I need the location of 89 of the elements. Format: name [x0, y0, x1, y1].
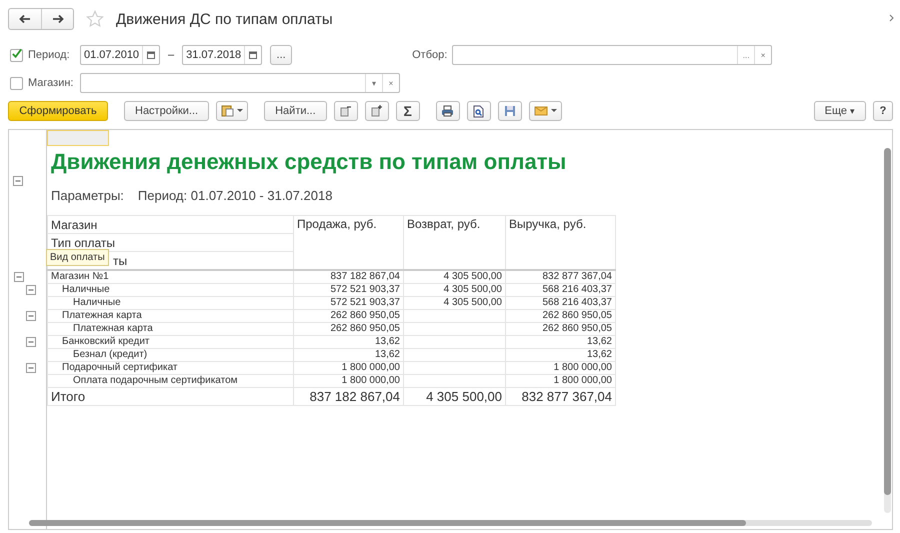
preview-button[interactable]	[466, 101, 491, 121]
chevron-icon[interactable]	[889, 14, 895, 22]
total-cell: 4 305 500,00	[404, 388, 506, 406]
row-label: Банковский кредит	[62, 336, 150, 347]
parameters-value: Период: 01.07.2010 - 31.07.2018	[138, 188, 332, 203]
collapse-icon[interactable]	[26, 285, 36, 295]
column-header: Выручка, руб.	[506, 216, 616, 270]
help-button[interactable]: ?	[873, 101, 893, 121]
store-field[interactable]: ▾ ×	[80, 73, 400, 93]
date-from-field[interactable]: 01.07.2010	[80, 45, 160, 65]
total-cell: 837 182 867,04	[294, 388, 404, 406]
clipboard-icon	[221, 105, 234, 117]
amount-cell: 837 182 867,04	[294, 270, 404, 284]
header-cell: ты	[113, 254, 128, 268]
row-label: Подарочный сертификат	[62, 362, 178, 373]
print-button[interactable]	[436, 101, 460, 121]
collapse-icon[interactable]	[13, 176, 23, 186]
date-to-field[interactable]: 31.07.2018	[182, 45, 262, 65]
collapse-icon[interactable]	[26, 311, 36, 321]
horizontal-scrollbar[interactable]	[29, 520, 872, 526]
document-minus-icon	[340, 105, 352, 117]
amount-cell: 262 860 950,05	[506, 310, 616, 322]
selected-cell[interactable]	[47, 130, 109, 146]
right-arrow-icon	[52, 14, 64, 24]
amount-cell: 572 521 903,37	[294, 296, 404, 310]
row-label: Магазин №1	[51, 271, 109, 282]
row-label: Оплата подарочным сертификатом	[73, 375, 238, 386]
collapse-icon[interactable]	[26, 337, 36, 347]
period-label: Период:	[28, 49, 71, 61]
caret-icon	[550, 109, 557, 113]
document-plus-icon	[370, 105, 383, 117]
row-label: Наличные	[73, 297, 121, 308]
report-title: Движения денежных средств по типам оплаты	[51, 149, 568, 175]
amount-cell: 262 860 950,05	[294, 322, 404, 336]
amount-cell: 1 800 000,00	[294, 374, 404, 388]
collapse-groups-button[interactable]	[334, 101, 358, 121]
magnifier-document-icon	[473, 104, 484, 118]
amount-cell: 1 800 000,00	[294, 362, 404, 374]
total-cell: 832 877 367,04	[506, 388, 616, 406]
header-cell: Магазин	[48, 216, 294, 234]
amount-cell: 568 216 403,37	[506, 284, 616, 296]
amount-cell: 1 800 000,00	[506, 362, 616, 374]
envelope-icon	[534, 106, 548, 116]
amount-cell: 572 521 903,37	[294, 284, 404, 296]
range-dash: –	[168, 49, 174, 61]
amount-cell: 13,62	[506, 348, 616, 362]
vertical-scrollbar[interactable]	[884, 148, 891, 513]
settings-button[interactable]: Настройки...	[124, 101, 210, 121]
caret-icon	[237, 109, 244, 113]
clipboard-dropdown-button[interactable]	[216, 101, 248, 121]
collapse-icon[interactable]	[14, 272, 24, 282]
tooltip: Вид оплаты	[46, 249, 109, 266]
total-label: Итого	[48, 388, 294, 406]
row-label: Безнал (кредит)	[73, 349, 148, 360]
collapse-icon[interactable]	[26, 363, 36, 373]
window-title: Движения ДС по типам оплаты	[116, 10, 333, 28]
store-checkbox[interactable]	[10, 76, 23, 90]
amount-cell: 4 305 500,00	[404, 270, 506, 284]
left-arrow-icon	[19, 14, 31, 24]
amount-cell: 568 216 403,37	[506, 296, 616, 310]
email-dropdown-button[interactable]	[528, 101, 562, 121]
amount-cell: 13,62	[294, 348, 404, 362]
amount-cell: 832 877 367,04	[506, 270, 616, 284]
more-button[interactable]: Еще ▾	[814, 101, 866, 121]
amount-cell: 13,62	[506, 336, 616, 348]
star-icon[interactable]	[86, 10, 104, 28]
period-checkbox[interactable]	[10, 48, 23, 62]
find-button[interactable]: Найти...	[264, 101, 327, 121]
row-label: Наличные	[62, 284, 110, 295]
sum-button[interactable]: Σ	[396, 101, 420, 121]
parameters-label: Параметры:	[51, 188, 124, 203]
amount-cell: 13,62	[294, 336, 404, 348]
column-header: Продажа, руб.	[294, 216, 404, 270]
store-label: Магазин:	[28, 77, 74, 89]
period-select-button[interactable]: ...	[270, 45, 292, 65]
amount-cell: 4 305 500,00	[404, 296, 506, 310]
generate-button[interactable]: Сформировать	[8, 101, 108, 121]
selection-label: Отбор:	[412, 49, 448, 61]
expand-groups-button[interactable]	[364, 101, 389, 121]
amount-cell: 1 800 000,00	[506, 374, 616, 388]
printer-icon	[441, 105, 454, 117]
amount-cell: 262 860 950,05	[294, 310, 404, 322]
save-button[interactable]	[498, 101, 522, 121]
row-label: Платежная карта	[73, 323, 153, 334]
row-label: Платежная карта	[62, 310, 142, 321]
amount-cell: 4 305 500,00	[404, 284, 506, 296]
selection-field[interactable]: ... ×	[452, 45, 772, 65]
column-header: Возврат, руб.	[404, 216, 506, 270]
amount-cell: 262 860 950,05	[506, 322, 616, 336]
